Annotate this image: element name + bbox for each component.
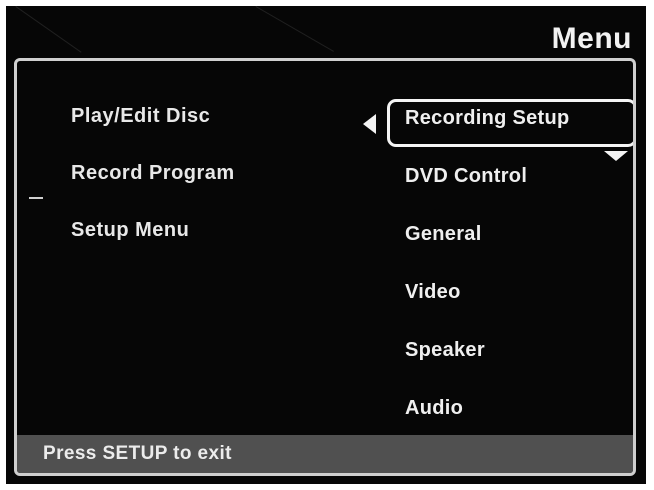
chevron-down-icon[interactable] [604,151,628,161]
submenu-item-video[interactable]: Video [405,281,570,339]
screen-reflection-line [15,6,82,53]
menu-title: Menu [551,22,632,55]
submenu-item-recording-setup[interactable]: Recording Setup [405,107,570,165]
status-bar-hint: Press SETUP to exit [17,435,633,473]
main-menu-list: Play/Edit Disc Record Program Setup Menu [71,105,235,276]
setup-submenu-list: Recording Setup DVD Control General Vide… [405,107,570,455]
submenu-item-general[interactable]: General [405,223,570,281]
screen-reflection-line [255,6,334,52]
menu-item-play-edit-disc[interactable]: Play/Edit Disc [71,105,235,162]
menu-item-record-program[interactable]: Record Program [71,162,235,219]
submenu-item-speaker[interactable]: Speaker [405,339,570,397]
tv-screen: Menu Play/Edit Disc Record Program Setup… [6,6,646,484]
submenu-item-dvd-control[interactable]: DVD Control [405,165,570,223]
screen-artifact [29,197,43,199]
menu-panel: Play/Edit Disc Record Program Setup Menu… [14,58,636,476]
menu-item-setup-menu[interactable]: Setup Menu [71,219,235,276]
left-arrow-icon [363,114,376,134]
